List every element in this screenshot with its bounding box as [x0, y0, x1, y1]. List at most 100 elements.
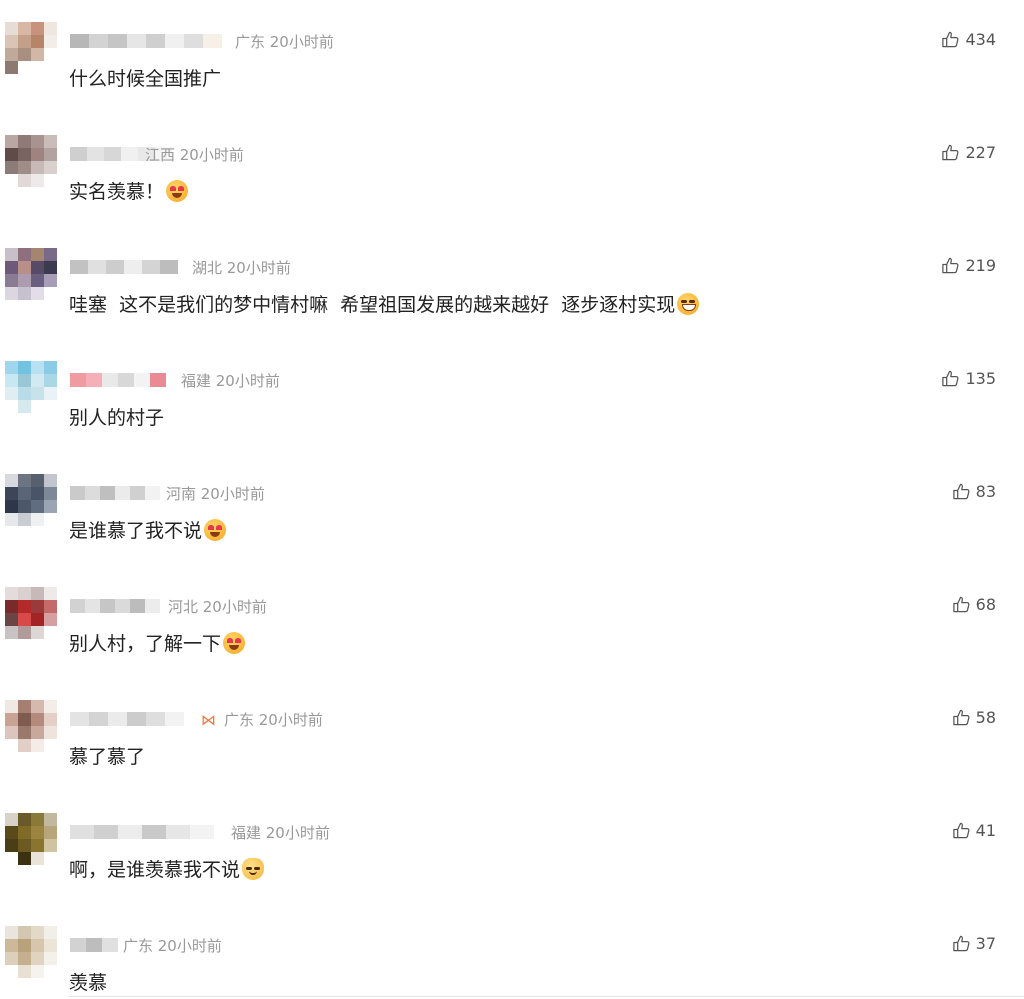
avatar-pixel	[18, 726, 31, 739]
comment-text: 别人村，了解一下	[69, 629, 246, 656]
avatar-pixel	[18, 274, 31, 287]
avatar-pixel	[5, 826, 18, 839]
username-blurred[interactable]	[70, 371, 168, 389]
avatar-pixel	[5, 61, 18, 74]
username-blurred[interactable]	[70, 484, 162, 502]
star-struck-emoji	[223, 632, 246, 654]
avatar-pixel	[5, 726, 18, 739]
blur-block	[121, 147, 138, 161]
avatar-pixel	[31, 813, 44, 826]
blur-block	[106, 260, 124, 274]
blur-block	[85, 599, 100, 613]
divider	[69, 996, 1024, 997]
avatar-pixel	[44, 939, 57, 952]
avatar-pixel	[44, 726, 57, 739]
avatar-pixel	[5, 161, 18, 174]
avatar-pixel	[18, 48, 31, 61]
avatar[interactable]	[5, 926, 57, 978]
avatar-pixel	[31, 839, 44, 852]
blur-block	[127, 712, 146, 726]
like-button[interactable]: 58	[952, 708, 996, 727]
blur-block	[115, 486, 130, 500]
avatar-pixel	[5, 965, 18, 978]
avatar-pixel	[31, 400, 44, 413]
like-count: 68	[975, 595, 996, 614]
avatar-pixel	[5, 939, 18, 952]
blur-block	[70, 938, 86, 952]
avatar-pixel	[31, 161, 44, 174]
comment-item: 河南 20小时前 是谁慕了我不说 83	[0, 456, 1024, 569]
avatar-pixel	[18, 926, 31, 939]
avatar-pixel	[5, 813, 18, 826]
blur-block	[70, 260, 88, 274]
like-button[interactable]: 219	[941, 256, 996, 275]
like-button[interactable]: 41	[952, 821, 996, 840]
comment-text: 慕了慕了	[69, 746, 146, 768]
avatar-pixel	[18, 500, 31, 513]
avatar-pixel	[18, 174, 31, 187]
username-blurred[interactable]	[70, 258, 182, 276]
avatar-pixel	[31, 939, 44, 952]
avatar-pixel	[31, 148, 44, 161]
avatar-pixel	[31, 361, 44, 374]
avatar[interactable]	[5, 587, 57, 639]
avatar-pixel	[44, 287, 57, 300]
blur-block	[146, 712, 165, 726]
avatar-pixel	[44, 135, 57, 148]
avatar-pixel	[18, 474, 31, 487]
thumbs-up-icon	[942, 257, 959, 274]
thumbs-up-icon	[952, 483, 970, 500]
avatar[interactable]	[5, 813, 57, 865]
avatar-pixel	[31, 600, 44, 613]
avatar-pixel	[31, 174, 44, 187]
avatar[interactable]	[5, 700, 57, 752]
avatar-pixel	[18, 261, 31, 274]
avatar-pixel	[18, 135, 31, 148]
blur-block	[85, 486, 100, 500]
like-button[interactable]: 37	[952, 934, 996, 953]
avatar-pixel	[31, 287, 44, 300]
avatar-pixel	[5, 952, 18, 965]
avatar[interactable]	[5, 361, 57, 413]
avatar[interactable]	[5, 474, 57, 526]
avatar-pixel	[18, 713, 31, 726]
avatar[interactable]	[5, 248, 57, 300]
blur-block	[100, 599, 115, 613]
avatar-pixel	[31, 48, 44, 61]
avatar-pixel	[5, 22, 18, 35]
blur-block	[184, 34, 203, 48]
avatar-pixel	[18, 965, 31, 978]
avatar-pixel	[31, 487, 44, 500]
blur-block	[100, 486, 115, 500]
like-button[interactable]: 83	[952, 482, 996, 501]
avatar-pixel	[5, 852, 18, 865]
avatar[interactable]	[5, 135, 57, 187]
comment-text: 是谁慕了我不说	[69, 516, 227, 543]
blur-block	[70, 599, 85, 613]
like-button[interactable]: 68	[952, 595, 996, 614]
blur-block	[124, 260, 142, 274]
avatar-pixel	[31, 248, 44, 261]
avatar-pixel	[44, 965, 57, 978]
avatar-pixel	[44, 513, 57, 526]
username-blurred[interactable]	[70, 710, 188, 728]
avatar-pixel	[44, 48, 57, 61]
blur-block	[70, 825, 94, 839]
username-blurred[interactable]	[70, 936, 118, 954]
avatar-pixel	[18, 626, 31, 639]
avatar-pixel	[5, 626, 18, 639]
avatar[interactable]	[5, 22, 57, 74]
username-blurred[interactable]	[70, 823, 218, 841]
comment-text: 哇塞 这不是我们的梦中情村嘛 希望祖国发展的越来越好 逐步逐村实现	[69, 290, 700, 317]
username-blurred[interactable]	[70, 32, 228, 50]
like-button[interactable]: 227	[941, 143, 996, 162]
avatar-pixel	[44, 474, 57, 487]
like-button[interactable]: 434	[941, 30, 996, 49]
blur-block	[165, 712, 184, 726]
username-blurred[interactable]	[70, 597, 165, 615]
comment-item: 福建 20小时前 啊，是谁羡慕我不说 41	[0, 795, 1024, 908]
avatar-pixel	[31, 700, 44, 713]
like-button[interactable]: 135	[941, 369, 996, 388]
comment-item: 河北 20小时前 别人村，了解一下 68	[0, 569, 1024, 682]
blur-block	[118, 825, 142, 839]
